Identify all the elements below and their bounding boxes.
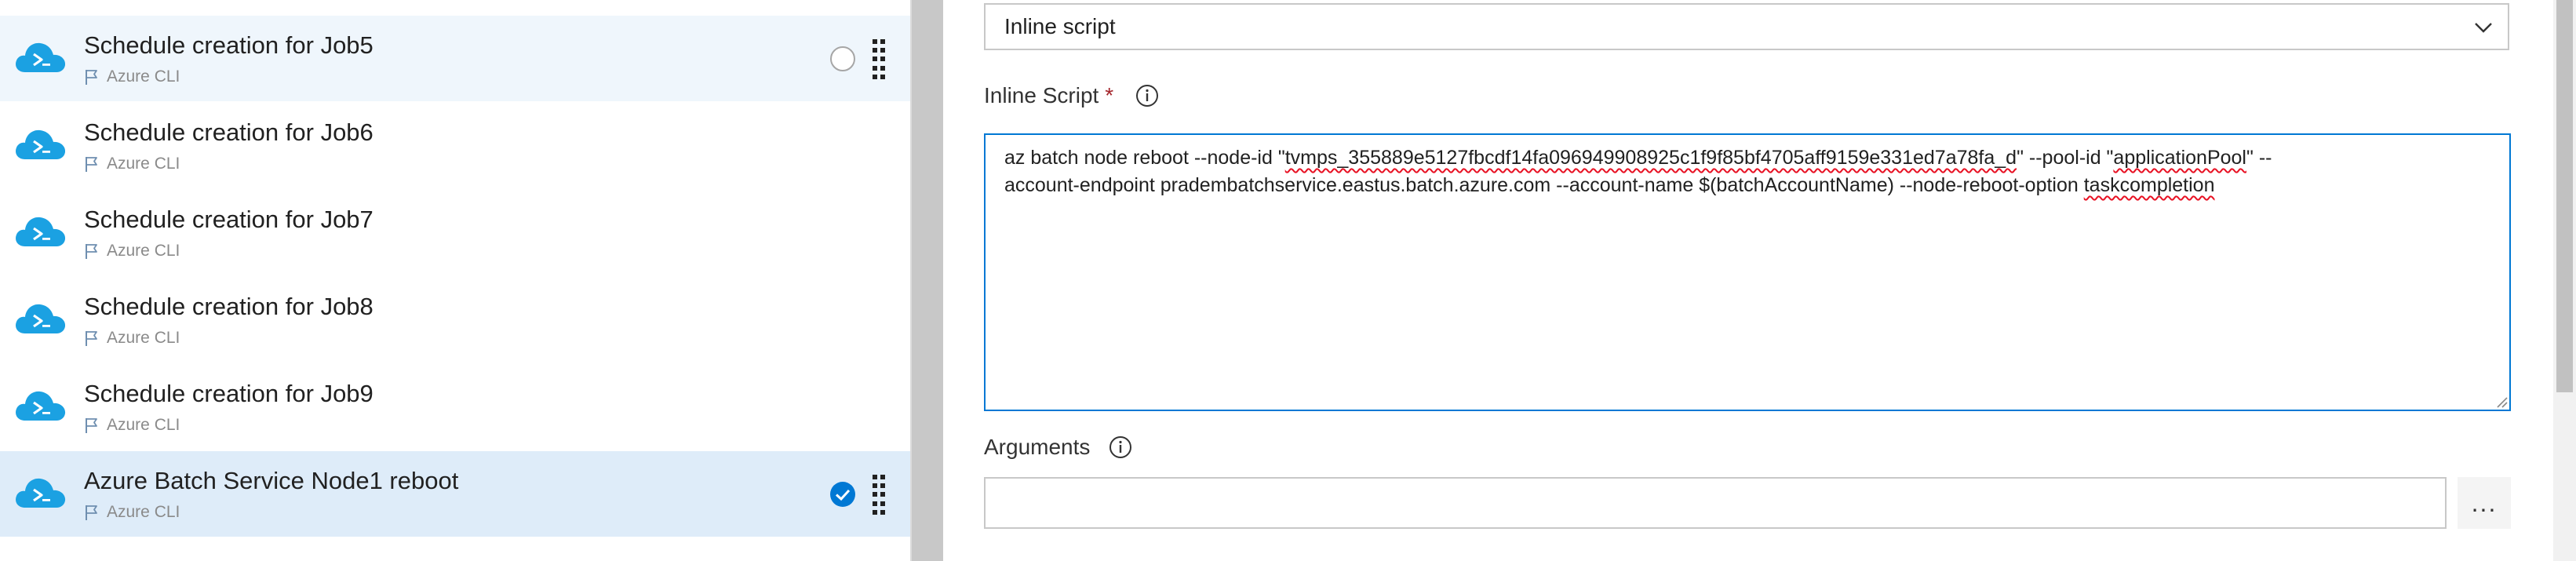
task-title: Schedule creation for Job9: [84, 380, 373, 407]
more-options-button[interactable]: ...: [2458, 477, 2511, 529]
task-subtitle-text: Azure CLI: [107, 155, 180, 173]
spellcheck-word: tvmps_355889e5127fbcdf14fa096949908925c1…: [1284, 147, 2017, 169]
task-subtitle-text: Azure CLI: [107, 416, 180, 434]
script-location-value: Inline script: [1004, 14, 1116, 38]
drag-handle-icon[interactable]: [873, 475, 885, 515]
arguments-input[interactable]: [984, 477, 2447, 529]
task-title: Schedule creation for Job6: [84, 118, 373, 146]
azure-cli-cloud-icon: [13, 384, 69, 425]
flag-icon: [84, 504, 100, 521]
task-row[interactable]: Schedule creation for Job9 Azure CLI: [0, 364, 910, 450]
task-row[interactable]: Schedule creation for Job5 Azure CLI: [0, 16, 910, 101]
flag-icon: [84, 242, 100, 260]
arguments-label: Arguments: [984, 435, 1132, 460]
arguments-label-text: Arguments: [984, 435, 1091, 459]
task-title: Azure Batch Service Node1 reboot: [84, 467, 459, 494]
inline-script-line: az batch node reboot --node-id "tvmps_35…: [1004, 147, 2272, 169]
azure-cli-cloud-icon: [13, 472, 69, 512]
task-row[interactable]: Schedule creation for Job8 Azure CLI: [0, 277, 910, 362]
resize-grip-icon[interactable]: [2494, 394, 2508, 408]
spellcheck-word: taskcompletion: [2083, 174, 2215, 196]
task-subtitle-text: Azure CLI: [107, 242, 180, 260]
info-icon[interactable]: [1135, 84, 1159, 107]
azure-cli-cloud-icon: [13, 123, 69, 164]
task-row[interactable]: Schedule creation for Job7 Azure CLI: [0, 190, 910, 275]
task-subtitle-text: Azure CLI: [107, 67, 180, 86]
pane-splitter[interactable]: [912, 0, 943, 561]
script-location-select[interactable]: Inline script: [984, 3, 2509, 50]
inline-script-textarea[interactable]: az batch node reboot --node-id "tvmps_35…: [984, 133, 2511, 411]
task-settings-form: Inline script Inline Script * az batch n…: [943, 0, 2553, 561]
required-marker: *: [1105, 83, 1114, 107]
inline-script-line: account-endpoint pradembatchservice.east…: [1004, 174, 2215, 196]
azure-cli-cloud-icon: [13, 297, 69, 338]
task-row[interactable]: Schedule creation for Job6 Azure CLI: [0, 103, 910, 188]
task-title: Schedule creation for Job5: [84, 31, 373, 59]
task-subtitle: Azure CLI: [84, 416, 180, 435]
checkmark-circle-icon[interactable]: [829, 481, 856, 508]
drag-handle-icon[interactable]: [873, 39, 885, 80]
task-subtitle: Azure CLI: [84, 67, 180, 86]
task-subtitle-text: Azure CLI: [107, 329, 180, 347]
enable-toggle-circle-icon[interactable]: [829, 46, 856, 72]
task-title: Schedule creation for Job7: [84, 206, 373, 233]
flag-icon: [84, 330, 100, 347]
task-row[interactable]: Azure Batch Service Node1 reboot Azure C…: [0, 451, 910, 537]
chevron-down-icon: [2475, 23, 2492, 33]
spellcheck-word: applicationPool: [2113, 147, 2246, 169]
info-icon[interactable]: [1109, 435, 1132, 459]
task-list: Schedule creation for Job5 Azure CLI Sch…: [0, 0, 912, 561]
inline-script-label: Inline Script *: [984, 83, 1159, 108]
azure-cli-cloud-icon: [13, 36, 69, 77]
task-subtitle: Azure CLI: [84, 329, 180, 348]
inline-script-content: az batch node reboot --node-id "tvmps_35…: [1004, 144, 2490, 199]
flag-icon: [84, 68, 100, 86]
azure-cli-cloud-icon: [13, 210, 69, 251]
task-subtitle-text: Azure CLI: [107, 503, 180, 521]
task-subtitle: Azure CLI: [84, 503, 180, 522]
scrollbar-thumb[interactable]: [2556, 0, 2573, 392]
inline-script-label-text: Inline Script: [984, 83, 1099, 107]
flag-icon: [84, 417, 100, 434]
flag-icon: [84, 155, 100, 173]
task-subtitle: Azure CLI: [84, 155, 180, 173]
task-title: Schedule creation for Job8: [84, 293, 373, 320]
task-subtitle: Azure CLI: [84, 242, 180, 260]
